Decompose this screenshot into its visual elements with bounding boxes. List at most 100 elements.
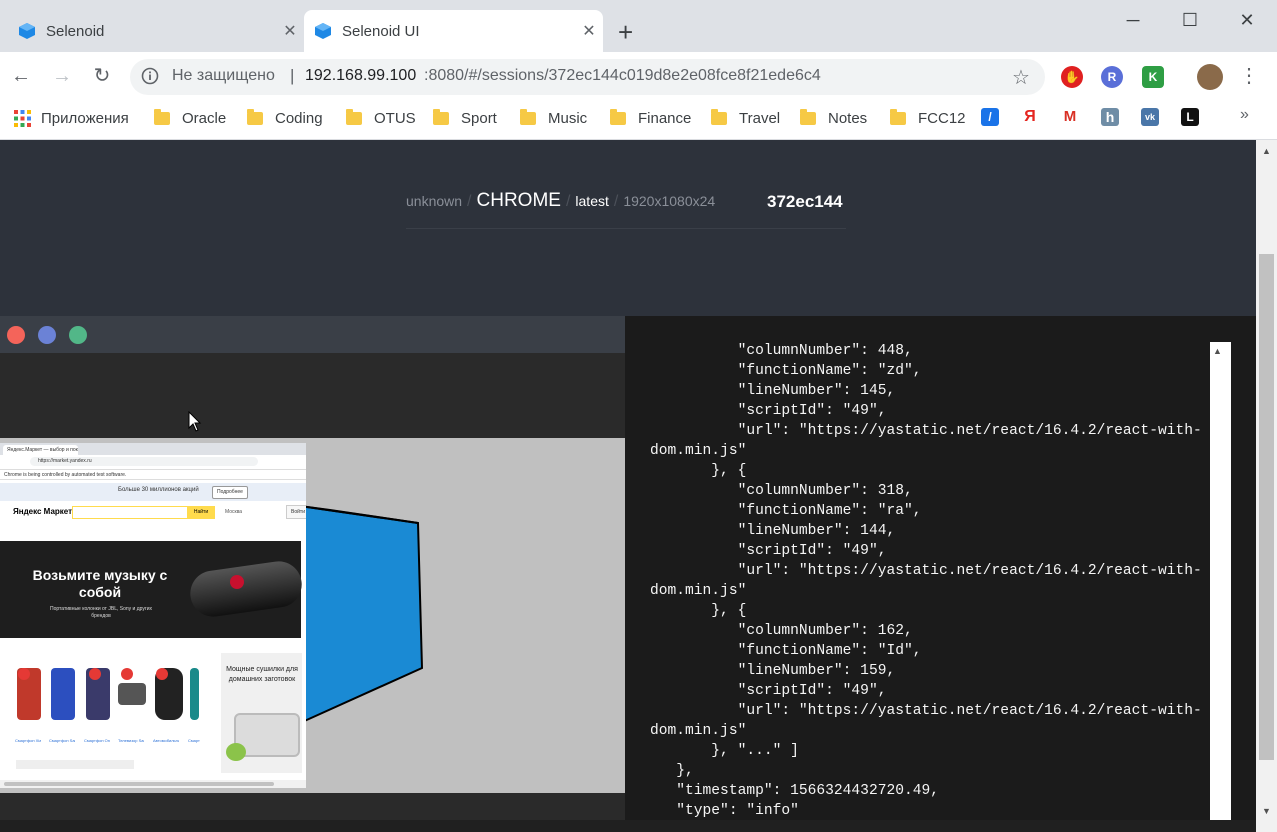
automation-notice: Chrome is being controlled by automated … [0, 470, 306, 480]
bookmark-folder-sport[interactable]: Sport [433, 108, 497, 128]
session-id: 372ec144 [767, 192, 843, 211]
promo-button[interactable]: Подробнее [212, 486, 248, 499]
menu-icon[interactable]: ⋮ [1237, 64, 1261, 88]
bookmarks-overflow-icon[interactable]: » [1240, 106, 1249, 124]
url-host[interactable]: 192.168.99.100 [305, 67, 416, 85]
forward-button[interactable]: → [50, 64, 74, 88]
k-extension-icon[interactable]: K [1142, 66, 1164, 88]
divider [406, 228, 846, 229]
product-link[interactable]: Смартфон Samsung [49, 738, 75, 743]
placeholder-bar [16, 760, 134, 769]
mouse-cursor-icon [188, 411, 202, 432]
log-panel[interactable]: "columnNumber": 448, "functionName": "zd… [625, 316, 1256, 820]
product-image[interactable] [118, 683, 146, 705]
tab-close-icon[interactable]: ✕ [575, 21, 603, 41]
yandex-bookmark-icon[interactable]: Я [1021, 108, 1039, 126]
session-os: unknown [406, 193, 463, 209]
profile-avatar[interactable] [1197, 64, 1223, 90]
selenoid-favicon-icon [315, 23, 331, 39]
tab-selenoid-ui[interactable]: Selenoid UI ✕ [304, 10, 603, 52]
separator: / [565, 193, 571, 210]
product-image[interactable] [190, 668, 199, 720]
session-capabilities: unknown / CHROME / latest / 1920x1080x24 [406, 190, 715, 218]
session-browser: CHROME [476, 190, 561, 211]
bookmark-apps[interactable]: Приложения [14, 108, 129, 128]
adblock-icon[interactable]: ✋ [1061, 66, 1083, 88]
url-path[interactable]: :8080/#/sessions/372ec144c019d8e2e08fce8… [424, 67, 821, 85]
bookmark-label: FCC12 [918, 109, 966, 127]
promo-text: Больше 30 миллионов акций [118, 487, 199, 493]
market-search-input[interactable] [72, 506, 189, 519]
session-version: latest [575, 193, 609, 209]
gmail-bookmark-icon[interactable]: M [1061, 108, 1079, 126]
info-icon[interactable] [140, 66, 160, 86]
tab-selenoid[interactable]: Selenoid ✕ [8, 10, 304, 52]
remote-address-bar[interactable]: https://market.yandex.ru [30, 457, 258, 466]
bookmark-folder-finance[interactable]: Finance [610, 108, 691, 128]
maximize-dot[interactable] [69, 326, 87, 344]
vnc-screen-bottom [0, 793, 625, 820]
discount-badge [121, 668, 133, 680]
login-button[interactable]: Войти [286, 505, 306, 519]
product-link[interactable]: Смартфон OnePlus [84, 738, 110, 743]
log-output: "columnNumber": 448, "functionName": "zd… [650, 343, 1202, 819]
maximize-button[interactable]: ☐ [1167, 6, 1213, 34]
slash-bookmark-icon[interactable]: / [981, 108, 999, 126]
close-window-button[interactable]: ✕ [1224, 6, 1270, 34]
market-search-button[interactable]: Найти [187, 506, 215, 519]
discount-badge [18, 668, 30, 680]
bookmark-label: Music [548, 109, 588, 127]
product-link[interactable]: Смартфон [188, 738, 200, 743]
reload-button[interactable]: ↻ [90, 64, 114, 88]
bookmark-star-icon[interactable]: ☆ [1012, 65, 1030, 90]
scroll-thumb[interactable] [1259, 254, 1274, 760]
beats-logo-icon [230, 575, 244, 589]
market-logo[interactable]: Яндекс Маркет [13, 507, 72, 516]
page-footer [0, 820, 1256, 832]
vk-bookmark-icon[interactable]: vk [1141, 108, 1159, 126]
l-bookmark-icon[interactable]: L [1181, 108, 1199, 126]
scroll-up-arrow-icon[interactable]: ▲ [1259, 146, 1274, 156]
bookmark-folder-music[interactable]: Music [520, 108, 587, 128]
product-link[interactable]: Телевизор Samsung [118, 738, 144, 743]
bookmark-folder-oracle[interactable]: Oracle [154, 108, 226, 128]
tab-title: Selenoid UI [342, 22, 420, 40]
bookmark-label: Oracle [182, 109, 227, 127]
scroll-down-arrow-icon[interactable]: ▼ [1259, 806, 1274, 816]
tab-close-icon[interactable]: ✕ [276, 21, 304, 41]
log-scrollbar[interactable] [1210, 342, 1231, 820]
remote-tab[interactable]: Яндекс.Маркет — выбор и покупка [3, 445, 78, 455]
security-status[interactable]: Не защищено [172, 67, 275, 85]
bookmark-label: Notes [828, 109, 868, 127]
r-extension-icon[interactable]: R [1101, 66, 1123, 88]
product-image[interactable] [51, 668, 75, 720]
ad-text: Мощные сушилки для домашних заготовок [226, 666, 298, 683]
tab-title: Selenoid [46, 22, 105, 40]
folder-icon [711, 108, 727, 125]
minimize-button[interactable]: ─ [1110, 6, 1156, 34]
vnc-screen-top[interactable] [0, 353, 625, 438]
discount-badge [156, 668, 168, 680]
bookmark-folder-fcc12[interactable]: FCC12 [890, 108, 966, 128]
bookmark-label: Sport [461, 109, 497, 127]
bookmark-folder-notes[interactable]: Notes [800, 108, 867, 128]
region-selector[interactable]: Москва [225, 509, 242, 515]
bookmark-label: Travel [739, 109, 781, 127]
close-dot[interactable] [7, 326, 25, 344]
session-resolution: 1920x1080x24 [623, 193, 716, 209]
bookmark-folder-travel[interactable]: Travel [711, 108, 780, 128]
folder-icon [247, 108, 263, 125]
bookmark-folder-coding[interactable]: Coding [247, 108, 323, 128]
separator: / [613, 193, 619, 210]
minimize-dot[interactable] [38, 326, 56, 344]
back-button[interactable]: ← [9, 64, 33, 88]
habr-bookmark-icon[interactable]: h [1101, 108, 1119, 126]
product-link[interactable]: Автомобильная шина [153, 738, 179, 743]
bookmark-folder-otus[interactable]: OTUS [346, 108, 416, 128]
scroll-up-arrow-icon[interactable]: ▲ [1213, 346, 1222, 356]
folder-icon [433, 108, 449, 125]
product-link[interactable]: Смартфон Xiaomi [15, 738, 41, 743]
remote-hscroll-thumb[interactable] [4, 782, 274, 786]
remote-browser-window[interactable]: Яндекс.Маркет — выбор и покупка https://… [0, 443, 306, 788]
new-tab-button[interactable]: + [618, 18, 633, 46]
